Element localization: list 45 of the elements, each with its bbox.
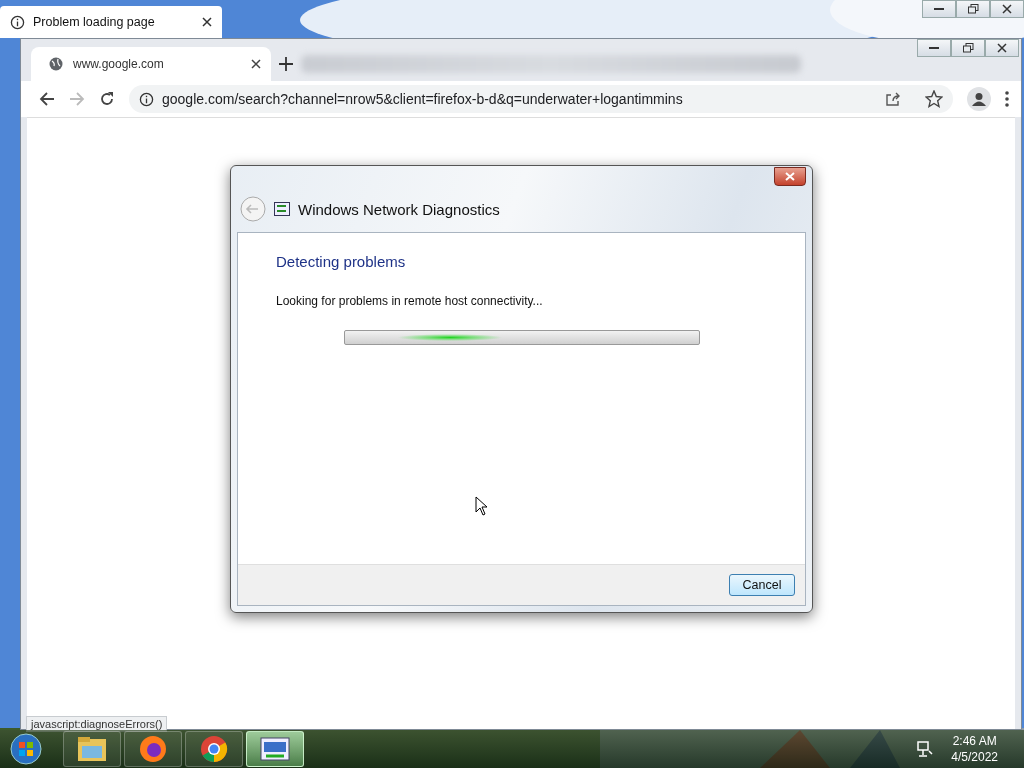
close-button[interactable]	[985, 39, 1019, 57]
status-message: Looking for problems in remote host connectivity...	[276, 294, 544, 308]
network-diagnostics-icon	[260, 737, 290, 761]
tab-title: www.google.com	[73, 57, 165, 71]
clock-date: 4/5/2022	[951, 749, 998, 765]
close-icon	[785, 172, 795, 181]
back-icon[interactable]	[39, 91, 55, 107]
restore-button[interactable]	[951, 39, 985, 57]
restore-icon	[962, 43, 974, 53]
restore-button[interactable]	[956, 0, 990, 18]
clock-time: 2:46 AM	[952, 733, 997, 749]
address-bar[interactable]: google.com/search?channel=nrow5&client=firefox-b-d&q=underwater+logantimmins	[129, 85, 953, 113]
close-button[interactable]	[774, 167, 806, 186]
mouse-cursor-icon	[475, 496, 489, 516]
info-icon	[139, 91, 154, 107]
globe-icon	[49, 57, 63, 71]
firefox-icon	[139, 735, 167, 763]
minimize-button[interactable]	[917, 39, 951, 57]
reload-icon[interactable]	[99, 91, 115, 107]
close-icon[interactable]	[251, 59, 261, 69]
url-text: google.com/search?channel=nrow5&client=firefox-b-d&q=underwater+logantimmins	[162, 91, 684, 107]
close-icon[interactable]	[202, 17, 212, 27]
browser-tab[interactable]: www.google.com	[31, 47, 271, 81]
menu-icon[interactable]	[1005, 91, 1009, 107]
close-button[interactable]	[990, 0, 1024, 18]
new-tab-icon[interactable]	[279, 57, 293, 71]
info-icon	[10, 14, 25, 30]
network-icon[interactable]	[917, 741, 934, 757]
tab-title: Problem loading page	[33, 15, 156, 29]
minimize-icon	[934, 7, 944, 11]
minimize-button[interactable]	[922, 0, 956, 18]
network-diagnostics-icon	[274, 202, 290, 216]
dialog-heading: Detecting problems	[276, 253, 407, 270]
profile-icon[interactable]	[967, 87, 991, 111]
close-icon	[997, 43, 1007, 53]
cancel-button[interactable]: Cancel	[729, 574, 795, 596]
chrome-icon	[200, 735, 228, 763]
dialog-title: Windows Network Diagnostics	[298, 200, 500, 218]
star-icon[interactable]	[925, 90, 943, 108]
browser-tab[interactable]: Problem loading page	[0, 6, 222, 38]
taskbar-app[interactable]	[246, 731, 304, 767]
restore-icon	[967, 4, 979, 14]
share-icon[interactable]	[885, 91, 901, 107]
close-icon	[1002, 4, 1012, 14]
folder-icon	[77, 736, 107, 762]
